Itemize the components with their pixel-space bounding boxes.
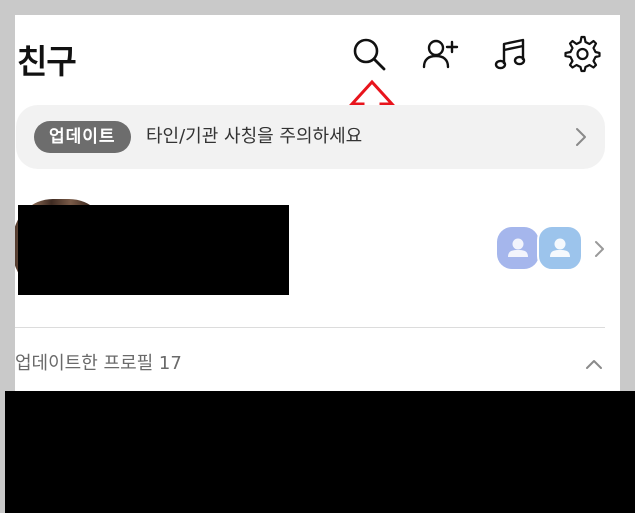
updated-profiles-header: 업데이트한 프로필 17 <box>15 353 182 374</box>
settings-icon[interactable] <box>563 34 603 74</box>
chevron-up-icon[interactable] <box>581 352 607 376</box>
my-profile-row[interactable] <box>15 195 620 305</box>
search-icon[interactable] <box>349 34 389 74</box>
chevron-right-icon <box>569 125 593 149</box>
update-badge: 업데이트 <box>34 121 131 153</box>
redacted-profile-name <box>18 205 289 295</box>
multi-profile-icons[interactable] <box>497 225 583 271</box>
chevron-right-icon <box>590 237 610 261</box>
page-title: 친구 <box>17 42 77 81</box>
person-icon <box>497 227 539 269</box>
person-icon <box>537 225 583 271</box>
music-icon[interactable] <box>491 34 531 74</box>
add-friend-icon[interactable] <box>419 34 459 74</box>
divider <box>15 327 605 328</box>
redacted-region <box>5 391 635 513</box>
update-banner[interactable]: 업데이트 타인/기관 사칭을 주의하세요 <box>16 105 605 169</box>
banner-message: 타인/기관 사칭을 주의하세요 <box>146 126 363 147</box>
